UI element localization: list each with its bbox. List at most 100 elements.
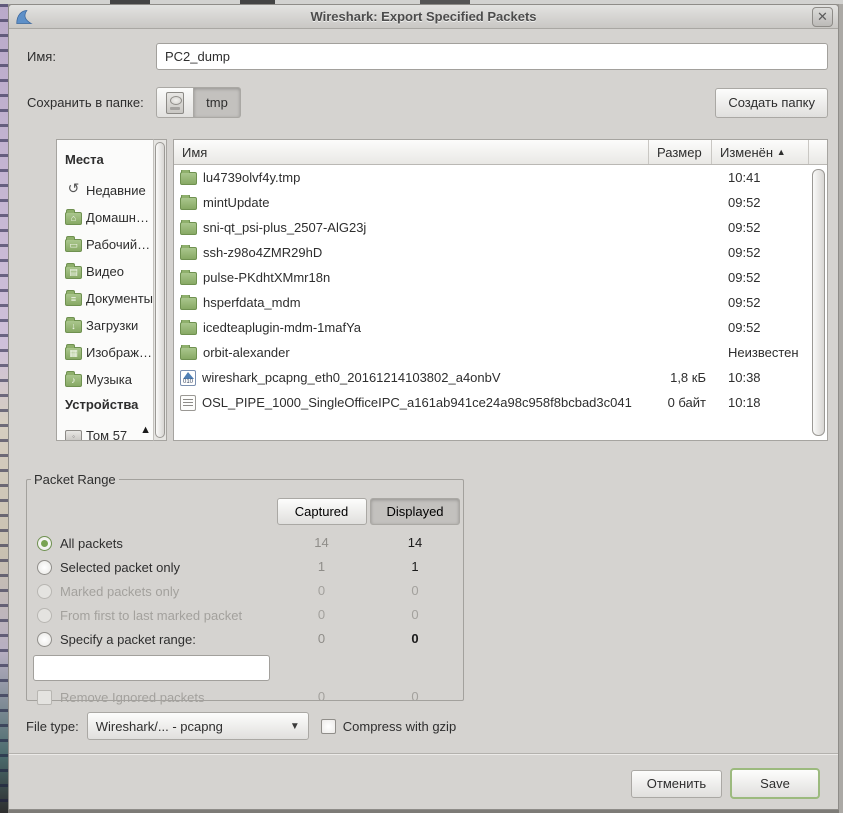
packet-range-option-label: Selected packet only [60,560,180,575]
remove-ignored-checkbox-icon[interactable] [37,690,52,705]
home-icon: ⌂ [65,212,82,225]
folder-icon [180,322,197,335]
file-row[interactable]: icedteaplugin-mdm-1mafYa09:52 [174,315,827,340]
desktop-icon: ▭ [65,239,82,252]
radio-icon[interactable] [37,560,52,575]
file-name: hsperfdata_mdm [203,295,301,310]
captured-count: 0 [275,579,368,603]
sidebar-item-home[interactable]: ⌂ Домашняя ... [65,204,153,231]
file-row[interactable]: wireshark_pcapng_eth0_20161214103802_a4o… [174,365,827,390]
save-folder-label: Сохранить в папке: [19,95,156,110]
remove-ignored-row[interactable]: Remove Ignored packets [27,685,275,709]
compress-gzip-checkbox-icon[interactable] [321,719,336,734]
sidebar-item-recent[interactable]: ↺Недавние [65,177,153,204]
file-browser: Места ↺Недавние⌂Домашняя ...▭Рабочий сто… [56,139,828,441]
displayed-count: 14 [368,531,462,555]
sidebar-scroll-up-icon[interactable]: ▲ [140,424,151,436]
packet-range-option[interactable]: All packets [27,531,275,555]
captured-count: 1 [275,555,368,579]
folder-icon [180,172,197,185]
file-row[interactable]: pulse-PKdhtXMmr18n 09:52 [174,265,827,290]
sidebar-item-pictures[interactable]: ▦Изображен... [65,339,153,366]
file-name: mintUpdate [203,195,269,210]
sidebar-item-music[interactable]: ♪Музыка [65,366,153,393]
sidebar-item-label: Рабочий стол [86,237,153,252]
textfile-file-icon [180,395,196,411]
name-label: Имя: [19,49,156,64]
file-row[interactable]: orbit-alexanderНеизвестен [174,340,827,365]
displayed-count: 0 [368,627,462,651]
close-icon[interactable]: ✕ [812,7,833,27]
sidebar-item-label: Домашняя ... [86,210,153,225]
file-modified: 09:52 [712,270,809,285]
filesystem-root-button[interactable] [156,87,194,118]
compress-gzip-option[interactable]: Compress with gzip [321,719,456,734]
packet-range-option-label: All packets [60,536,123,551]
displayed-button[interactable]: Displayed [370,498,460,525]
file-row[interactable]: hsperfdata_mdm 09:52 [174,290,827,315]
radio-icon[interactable] [37,632,52,647]
titlebar[interactable]: Wireshark: Export Specified Packets ✕ [9,5,838,29]
file-modified: 09:52 [712,220,809,235]
file-row[interactable]: ssh-z98o4ZMR29hD 09:52 [174,240,827,265]
file-size: 0 байт [649,395,712,410]
footer-buttons: Отменить Save [631,768,820,799]
drive-icon [166,92,184,114]
column-header-name[interactable]: Имя [174,140,649,164]
path-breadcrumb: tmp [156,87,241,118]
file-list-scrollbar[interactable] [811,167,826,438]
column-header-modified[interactable]: Изменён ▲ [712,140,809,164]
folder-icon [180,197,197,210]
sidebar-item-label: Том 57 [86,428,127,441]
column-header-size[interactable]: Размер [649,140,712,164]
sidebar-item-video[interactable]: ▤Видео [65,258,153,285]
sidebar-scrollbar[interactable] [153,139,167,441]
file-row[interactable]: sni-qt_psi-plus_2507-AlG23j09:52 [174,215,827,240]
folder-icon [180,222,197,235]
file-name: ssh-z98o4ZMR29hD [203,245,322,260]
file-modified: 10:41 [712,170,809,185]
file-row[interactable]: mintUpdate 09:52 [174,190,827,215]
sidebar-item-documents[interactable]: ≡Документы [65,285,153,312]
file-name: pulse-PKdhtXMmr18n [203,270,330,285]
sidebar-item-label: Видео [86,264,124,279]
places-list: ↺Недавние ⌂ Домашняя ... ▭ Рабочий стол ▤Виде… [65,177,153,393]
packet-range-title: Packet Range [31,472,119,487]
cancel-button[interactable]: Отменить [631,770,722,798]
packet-range-option[interactable]: Specify a packet range: [27,627,275,651]
captured-count: 0 [275,627,368,651]
downloads-icon: ↓ [65,320,82,333]
packet-range-option-label: Marked packets only [60,584,179,599]
captured-button[interactable]: Captured [277,498,367,525]
file-row[interactable]: lu4739olvf4y.tmp10:41 [174,165,827,190]
packet-range-option: From first to last marked packet [27,603,275,627]
sidebar-item-desktop[interactable]: ▭ Рабочий стол [65,231,153,258]
file-list: Имя Размер Изменён ▲ lu4739olvf4y.tmp10:… [173,139,828,441]
captured-count: 0 [275,603,368,627]
file-modified: 09:52 [712,245,809,260]
sidebar-item-downloads[interactable]: ↓Загрузки [65,312,153,339]
current-folder-button[interactable]: tmp [194,87,241,118]
name-row: Имя: [19,43,828,70]
displayed-count: 0 [368,603,462,627]
radio-icon [37,584,52,599]
packet-range-option[interactable]: Selected packet only [27,555,275,579]
filename-input[interactable] [156,43,828,70]
create-folder-button[interactable]: Создать папку [715,88,828,118]
dialog-content: Имя: Сохранить в папке: tmp Создать папк… [9,29,838,810]
file-modified: 09:52 [712,195,809,210]
packet-range-input[interactable] [33,655,270,681]
footer-separator [9,753,838,755]
file-type-dropdown[interactable]: Wireshark/... - pcapng ▼ [87,712,309,740]
sidebar-item-label: Музыка [86,372,132,387]
file-modified: 09:52 [712,295,809,310]
radio-icon[interactable] [37,536,52,551]
file-type-label: File type: [26,719,79,734]
folder-icon [180,297,197,310]
file-size: 1,8 кБ [649,370,712,385]
file-list-header: Имя Размер Изменён ▲ [174,140,827,165]
chevron-down-icon: ▼ [290,721,300,732]
sidebar-item-label: Изображен... [86,345,153,360]
save-button[interactable]: Save [730,768,820,799]
file-row[interactable]: OSL_PIPE_1000_SingleOfficeIPC_a161ab941c… [174,390,827,415]
